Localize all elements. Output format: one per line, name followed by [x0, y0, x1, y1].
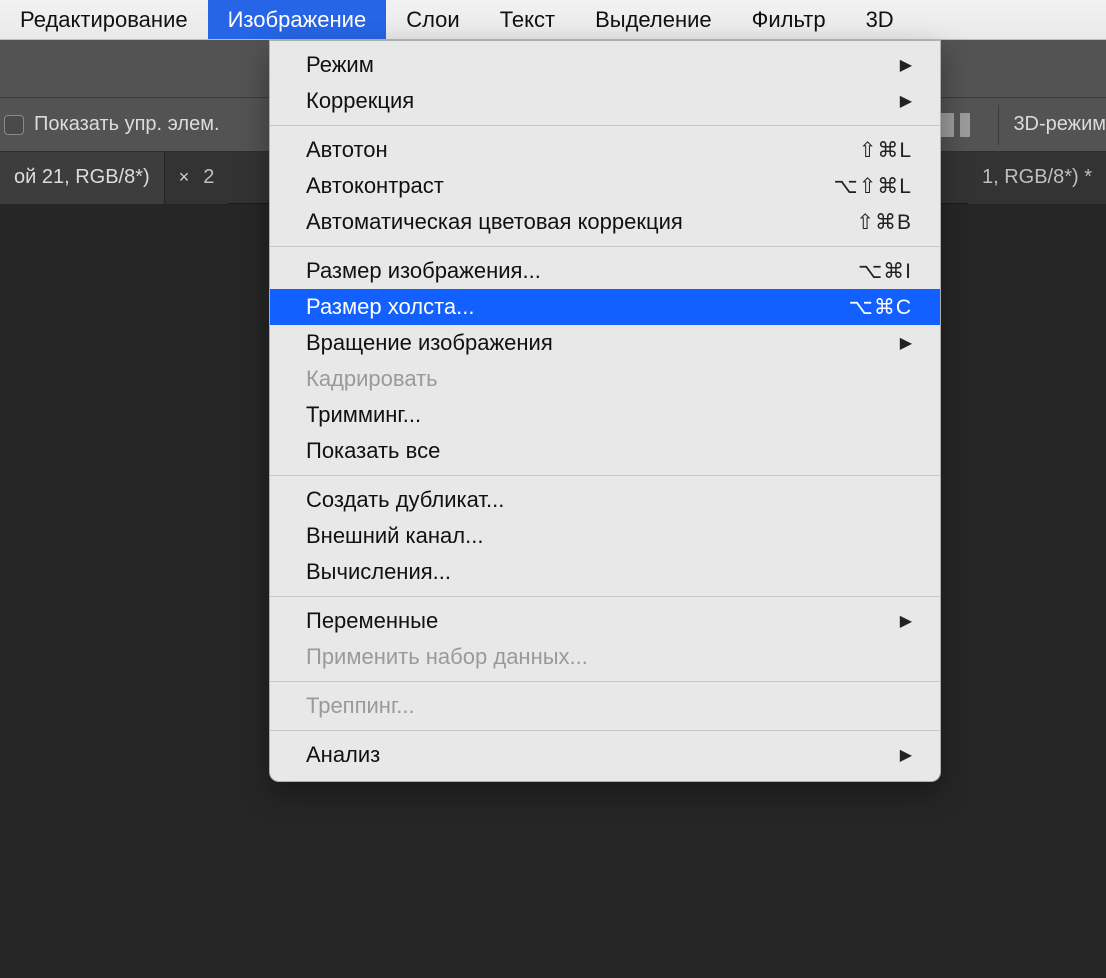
menu-item-label: Тримминг... [306, 402, 912, 428]
submenu-arrow-icon: ▶ [900, 91, 912, 111]
menu-item[interactable]: Коррекция▶ [270, 83, 940, 119]
tab-close-icon[interactable]: × [179, 167, 190, 188]
menu-item[interactable]: Переменные▶ [270, 603, 940, 639]
menu-3d[interactable]: 3D [846, 0, 914, 39]
menu-item[interactable]: Вращение изображения▶ [270, 325, 940, 361]
submenu-arrow-icon: ▶ [900, 611, 912, 631]
menu-item[interactable]: Автотон⇧⌘L [270, 132, 940, 168]
menu-item-label: Режим [306, 52, 900, 78]
menu-item: Применить набор данных... [270, 639, 940, 675]
menu-label: Редактирование [20, 7, 188, 33]
menu-item-label: Автоматическая цветовая коррекция [306, 209, 856, 235]
menu-separator [270, 475, 940, 476]
menu-item[interactable]: Режим▶ [270, 47, 940, 83]
submenu-arrow-icon: ▶ [900, 55, 912, 75]
menu-item[interactable]: Вычисления... [270, 554, 940, 590]
menu-layers[interactable]: Слои [386, 0, 480, 39]
menu-label: Слои [406, 7, 460, 33]
menu-label: Выделение [595, 7, 712, 33]
menu-item[interactable]: Размер изображения...⌥⌘I [270, 253, 940, 289]
menu-label: Текст [500, 7, 555, 33]
submenu-arrow-icon: ▶ [900, 333, 912, 353]
show-controls-label: Показать упр. элем. [34, 113, 220, 136]
tab-title-fragment: 2 [203, 166, 214, 189]
menu-item-label: Анализ [306, 742, 900, 768]
menu-item: Кадрировать [270, 361, 940, 397]
mode-3d-label[interactable]: 3D-режим [1013, 113, 1106, 136]
menu-image[interactable]: Изображение [208, 0, 387, 39]
menu-item-shortcut: ⌥⇧⌘L [834, 174, 912, 199]
tab-title-fragment: 1, RGB/8*) * [982, 166, 1092, 189]
menu-item-label: Автоконтраст [306, 173, 834, 199]
menu-item-label: Вращение изображения [306, 330, 900, 356]
menu-item-label: Показать все [306, 438, 912, 464]
menu-select[interactable]: Выделение [575, 0, 732, 39]
divider [998, 105, 999, 145]
menu-item-label: Переменные [306, 608, 900, 634]
menu-item[interactable]: Размер холста...⌥⌘C [270, 289, 940, 325]
tab-title-fragment: ой 21, RGB/8*) [14, 166, 150, 189]
menu-item-shortcut: ⌥⌘I [858, 259, 912, 284]
submenu-arrow-icon: ▶ [900, 745, 912, 765]
menu-item-label: Размер изображения... [306, 258, 858, 284]
menu-item-label: Кадрировать [306, 366, 912, 392]
menu-filter[interactable]: Фильтр [732, 0, 846, 39]
menu-item-label: Размер холста... [306, 294, 849, 320]
show-controls-checkbox[interactable] [4, 115, 24, 135]
menu-label: Изображение [228, 7, 367, 33]
menu-item[interactable]: Внешний канал... [270, 518, 940, 554]
menu-separator [270, 125, 940, 126]
menu-item: Треппинг... [270, 688, 940, 724]
menu-text[interactable]: Текст [480, 0, 575, 39]
panel-icon[interactable] [960, 113, 970, 137]
menu-separator [270, 730, 940, 731]
menu-item-label: Создать дубликат... [306, 487, 912, 513]
menu-item-label: Применить набор данных... [306, 644, 912, 670]
menu-separator [270, 596, 940, 597]
menu-item-shortcut: ⌥⌘C [849, 295, 912, 320]
image-menu-dropdown: Режим▶Коррекция▶Автотон⇧⌘LАвтоконтраст⌥⇧… [269, 40, 941, 782]
document-tab[interactable]: × 2 [165, 152, 229, 204]
menu-item-label: Внешний канал... [306, 523, 912, 549]
document-tab[interactable]: 1, RGB/8*) * [968, 152, 1106, 204]
menu-item-label: Вычисления... [306, 559, 912, 585]
menu-item-label: Автотон [306, 137, 859, 163]
menu-item[interactable]: Тримминг... [270, 397, 940, 433]
menu-item-shortcut: ⇧⌘L [859, 138, 912, 163]
menu-separator [270, 246, 940, 247]
menu-item-label: Коррекция [306, 88, 900, 114]
system-menubar: Редактирование Изображение Слои Текст Вы… [0, 0, 1106, 40]
menu-item[interactable]: Автоматическая цветовая коррекция⇧⌘B [270, 204, 940, 240]
menu-separator [270, 681, 940, 682]
menu-item[interactable]: Создать дубликат... [270, 482, 940, 518]
menu-label: 3D [866, 7, 894, 33]
menu-item[interactable]: Показать все [270, 433, 940, 469]
menu-item[interactable]: Автоконтраст⌥⇧⌘L [270, 168, 940, 204]
menu-label: Фильтр [752, 7, 826, 33]
menu-item-label: Треппинг... [306, 693, 912, 719]
menu-item[interactable]: Анализ▶ [270, 737, 940, 773]
menu-item-shortcut: ⇧⌘B [856, 210, 912, 235]
menu-edit[interactable]: Редактирование [0, 0, 208, 39]
document-tab[interactable]: ой 21, RGB/8*) [0, 152, 165, 204]
